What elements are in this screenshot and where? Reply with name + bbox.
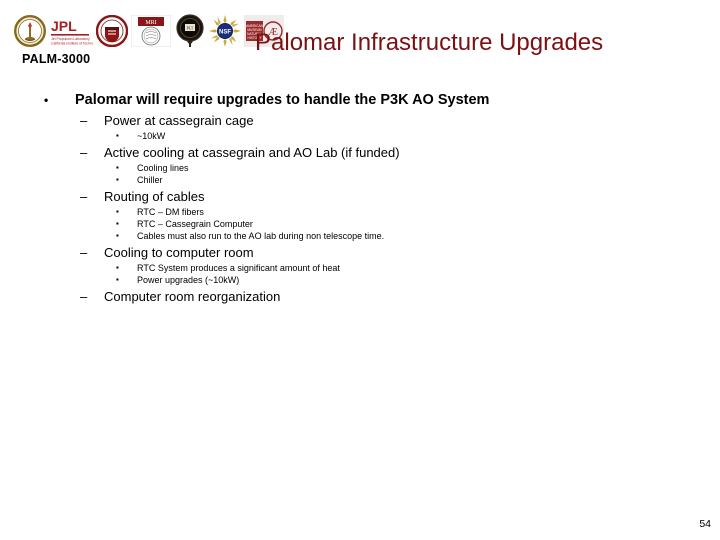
outline-item-level-1: • Palomar will require upgrades to handle…	[44, 92, 720, 108]
university-seal-dark-logo: PLT	[176, 14, 204, 47]
bullet-icon: –	[80, 145, 88, 160]
outline-item-text: RTC System produces a significant amount…	[137, 263, 340, 273]
outline-item-level-3: ▪ ~10kW	[116, 131, 720, 141]
svg-text:California Institute of Techno: California Institute of Technology	[51, 42, 93, 46]
bullet-icon: ▪	[116, 175, 119, 184]
project-label: PALM-3000	[22, 52, 91, 66]
bullet-icon: ▪	[116, 219, 119, 228]
outline-item-text: ~10kW	[137, 131, 166, 141]
outline-item-level-3: ▪ Chiller	[116, 175, 720, 185]
svg-text:PLT: PLT	[187, 25, 194, 30]
outline-item-text: Power upgrades (~10kW)	[137, 275, 240, 285]
bullet-icon: –	[80, 289, 88, 304]
outline-item-text: Active cooling at cassegrain and AO Lab …	[104, 145, 400, 160]
outline-item-text: RTC – Cassegrain Computer	[137, 219, 253, 229]
outline-item-level-2: – Cooling to computer room	[80, 245, 720, 260]
bullet-icon: –	[80, 113, 88, 128]
outline-item-level-2: – Routing of cables	[80, 189, 720, 204]
slide-header: JPL Jet Propulsion Laboratory California…	[0, 0, 720, 80]
presentation-slide: JPL Jet Propulsion Laboratory California…	[0, 0, 720, 540]
outline-item-text: RTC – DM fibers	[137, 207, 204, 217]
bullet-icon: ▪	[116, 207, 119, 216]
bullet-icon: •	[44, 93, 49, 107]
outline-item-text: Computer room reorganization	[104, 289, 281, 304]
outline-item-level-3: ▪ RTC – DM fibers	[116, 207, 720, 217]
bullet-icon: ▪	[116, 131, 119, 140]
outline-item-level-2: – Active cooling at cassegrain and AO Lab…	[80, 145, 720, 160]
outline-item-text: Chiller	[137, 175, 163, 185]
outline-item-level-3: ▪ Cooling lines	[116, 163, 720, 173]
outline-item-level-3: ▪ Cables must also run to the AO lab duri…	[116, 231, 720, 241]
institution-logo-strip: JPL Jet Propulsion Laboratory California…	[14, 14, 284, 48]
bullet-icon: ▪	[116, 231, 119, 240]
outline-item-text: Routing of cables	[104, 189, 205, 204]
slide-content-outline: • Palomar will require upgrades to handle…	[0, 92, 720, 307]
outline-item-level-3: ▪ RTC System produces a significant amoun…	[116, 263, 720, 273]
svg-text:MRI: MRI	[145, 20, 156, 26]
cornell-seal-logo	[96, 15, 128, 47]
bullet-icon: ▪	[116, 163, 119, 172]
outline-item-text: Cooling to computer room	[104, 245, 254, 260]
outline-item-text: Palomar will require upgrades to handle …	[75, 92, 490, 108]
svg-text:NSF: NSF	[219, 30, 231, 36]
bullet-icon: ▪	[116, 275, 119, 284]
outline-item-level-3: ▪ RTC – Cassegrain Computer	[116, 219, 720, 229]
bullet-icon: –	[80, 245, 88, 260]
svg-text:JPL: JPL	[51, 18, 77, 34]
caltech-seal-logo	[14, 15, 46, 47]
outline-item-text: Power at cassegrain cage	[104, 113, 254, 128]
jpl-logo: JPL Jet Propulsion Laboratory California…	[49, 15, 93, 47]
outline-item-text: Cables must also run to the AO lab durin…	[137, 231, 385, 241]
university-crest-logo: MRI	[131, 15, 171, 47]
outline-item-level-2: – Power at cassegrain cage	[80, 113, 720, 128]
bullet-icon: ▪	[116, 263, 119, 272]
outline-item-level-3: ▪ Power upgrades (~10kW)	[116, 275, 720, 285]
outline-item-text: Cooling lines	[137, 163, 189, 173]
svg-text:Jet Propulsion Laboratory: Jet Propulsion Laboratory	[51, 37, 90, 41]
outline-item-level-2: – Computer room reorganization	[80, 289, 720, 304]
nsf-logo: NSF	[209, 15, 241, 47]
page-number: 54	[699, 518, 711, 530]
bullet-icon: –	[80, 189, 88, 204]
page-title: Palomar Infrastructure Upgrades	[255, 29, 604, 56]
